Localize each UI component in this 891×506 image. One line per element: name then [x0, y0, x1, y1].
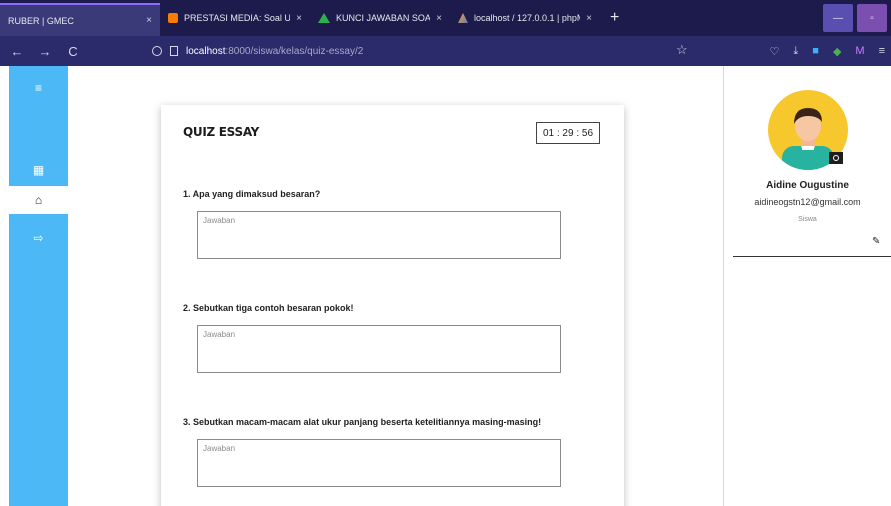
drive-icon [318, 13, 330, 23]
quiz-title: QUIZ ESSAY [183, 125, 260, 139]
extension-icon[interactable]: ■ [812, 45, 819, 57]
phpmyadmin-icon [458, 13, 468, 23]
maximize-button[interactable]: ▫ [857, 4, 887, 32]
profile-divider [733, 256, 891, 257]
browser-tab-bar: RUBER | GMEC × PRESTASI MEDIA: Soal Urai… [0, 0, 891, 36]
answer-input-3[interactable] [197, 439, 561, 487]
tracking-shield-icon [152, 46, 162, 56]
profile-role: Siswa [798, 216, 817, 223]
tab-phpmyadmin[interactable]: localhost / 127.0.0.1 | phpMyAd × [450, 0, 600, 36]
camera-icon[interactable] [829, 152, 843, 164]
home-icon[interactable]: ⌂ [9, 186, 68, 214]
gmail-icon[interactable]: M [855, 45, 864, 57]
tab-label: localhost / 127.0.0.1 | phpMyAd [474, 13, 580, 23]
sidebar: ≡ ▦ ⌂ ⇨ [9, 66, 68, 506]
edit-profile-icon[interactable]: ✎ [872, 236, 880, 247]
tab-prestasi-media[interactable]: PRESTASI MEDIA: Soal Uraian IP × [160, 0, 310, 36]
answer-input-1[interactable] [197, 211, 561, 259]
minimize-button[interactable]: — [823, 4, 853, 32]
profile-name: Aidine Ougustine [766, 180, 849, 191]
quiz-card: QUIZ ESSAY 01 : 29 : 56 1. Apa yang dima… [161, 105, 624, 506]
url-host: localhost [186, 45, 226, 57]
profile-email: aidineogstn12@gmail.com [754, 197, 861, 207]
dashboard-icon[interactable]: ▦ [9, 156, 68, 184]
tab-label: KUNCI JAWABAN SOAL OBJEK [336, 13, 431, 23]
tab-ruber-gmec[interactable]: RUBER | GMEC × [0, 3, 160, 36]
url-path: :8000/siswa/kelas/quiz-essay/2 [225, 45, 364, 57]
tab-kunci-jawaban[interactable]: KUNCI JAWABAN SOAL OBJEK × [310, 0, 450, 36]
logout-icon[interactable]: ⇨ [9, 224, 68, 252]
forward-button[interactable]: → [34, 44, 56, 59]
menu-toggle-icon[interactable]: ≡ [9, 74, 68, 102]
tab-close-icon[interactable]: × [146, 15, 152, 26]
question-3: 3. Sebutkan macam-macam alat ukur panjan… [183, 417, 542, 427]
new-tab-button[interactable]: + [600, 0, 629, 36]
reload-button[interactable]: C [62, 44, 84, 59]
question-1: 1. Apa yang dimaksud besaran? [183, 189, 321, 199]
tab-close-icon[interactable]: × [296, 13, 302, 24]
pocket-icon[interactable]: ♡ [770, 45, 780, 58]
blogger-icon [168, 13, 178, 23]
question-2: 2. Sebutkan tiga contoh besaran pokok! [183, 303, 354, 313]
menu-icon[interactable]: ≡ [879, 45, 885, 57]
download-icon[interactable]: ⤓ [793, 45, 798, 58]
window-controls: — ▫ [823, 0, 891, 36]
answer-input-2[interactable] [197, 325, 561, 373]
page-info-icon [170, 46, 178, 56]
back-button[interactable]: ← [6, 44, 28, 59]
profile-panel: Aidine Ougustine aidineogstn12@gmail.com… [724, 66, 891, 506]
tab-close-icon[interactable]: × [586, 13, 592, 24]
tab-label: PRESTASI MEDIA: Soal Uraian IP [184, 13, 291, 23]
main-content: QUIZ ESSAY 01 : 29 : 56 1. Apa yang dima… [68, 66, 723, 506]
url-bar[interactable]: localhost:8000/siswa/kelas/quiz-essay/2 [152, 40, 697, 62]
extension-icon[interactable]: ◆ [833, 45, 841, 58]
browser-nav-bar: ← → C localhost:8000/siswa/kelas/quiz-es… [0, 36, 891, 66]
countdown-timer: 01 : 29 : 56 [536, 122, 600, 144]
tab-label: RUBER | GMEC [8, 15, 74, 26]
bookmark-star-icon[interactable]: ☆ [676, 42, 688, 58]
tab-close-icon[interactable]: × [436, 13, 442, 24]
extension-toolbar: ♡ ⤓ ■ ◆ M ≡ [770, 36, 891, 66]
